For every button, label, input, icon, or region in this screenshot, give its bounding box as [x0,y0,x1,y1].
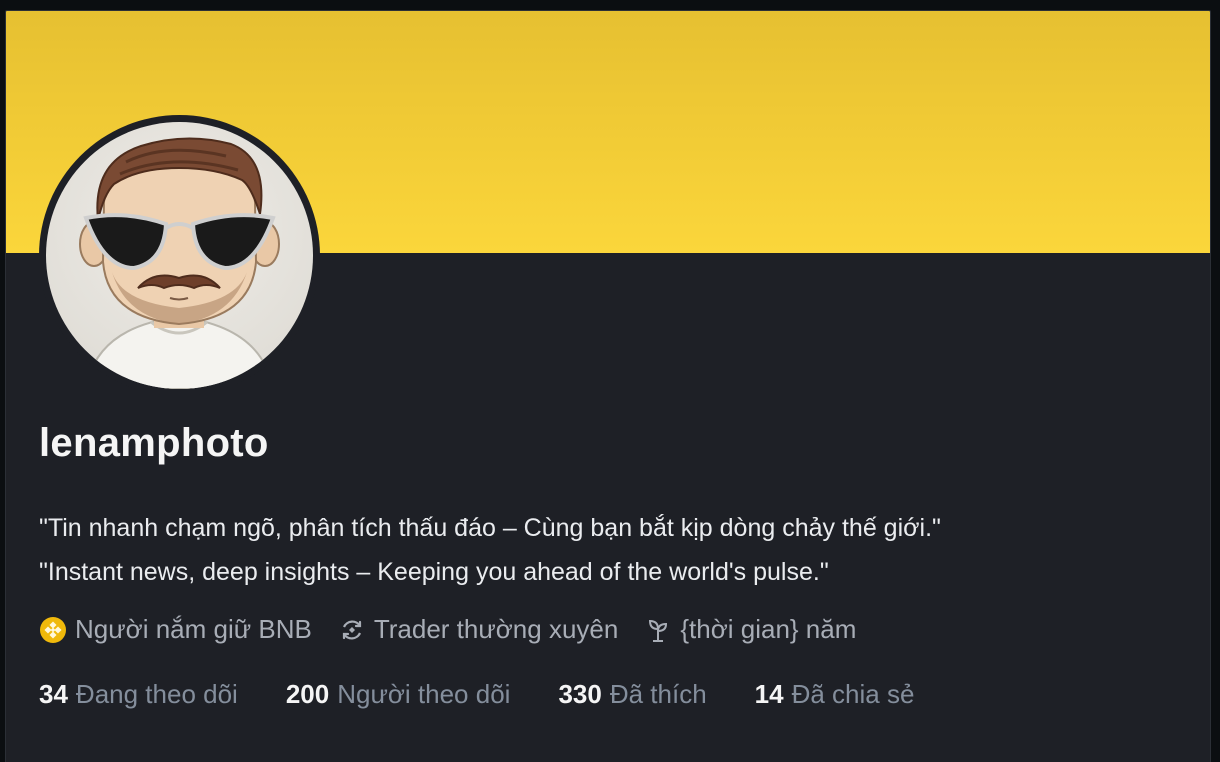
avatar-frame[interactable] [39,115,320,396]
profile-card: lenamphoto "Tin nhanh chạm ngõ, phân tíc… [5,10,1211,762]
profile-bio: "Tin nhanh chạm ngõ, phân tích thấu đáo … [39,506,941,594]
stat-value: 34 [39,679,68,709]
bnb-coin-icon [39,616,67,644]
avatar-illustration [79,137,280,389]
stat-shared[interactable]: 14 Đã chia sẻ [755,679,915,710]
profile-tags: Người nắm giữ BNB Trader thường xuyên {t… [39,614,882,645]
tag-frequent-trader[interactable]: Trader thường xuyên [338,614,619,645]
tag-label: Trader thường xuyên [373,614,619,644]
avatar [46,122,313,389]
trade-cycle-icon [338,616,366,644]
tag-label: {thời gian} năm [680,614,857,644]
stat-value: 14 [754,679,784,709]
profile-stats: 34 Đang theo dõi 200 Người theo dõi 330 … [39,679,962,710]
stat-followers[interactable]: 200 Người theo dõi [286,679,511,710]
stat-value: 330 [558,679,602,709]
stat-liked[interactable]: 330 Đã thích [558,679,706,710]
stat-label: Đã chia sẻ [791,679,915,709]
stat-value: 200 [285,679,330,709]
tag-membership-years[interactable]: {thời gian} năm [644,614,856,645]
stat-label: Đang theo dõi [75,679,238,709]
profile-username: lenamphoto [39,421,269,465]
stat-following[interactable]: 34 Đang theo dõi [39,679,238,710]
bio-line-en: "Instant news, deep insights – Keeping y… [39,558,829,586]
stat-label: Đã thích [609,679,707,709]
bio-line-vi: "Tin nhanh chạm ngõ, phân tích thấu đáo … [39,514,941,542]
tag-label: Người nắm giữ BNB [75,614,312,644]
stat-label: Người theo dõi [337,679,511,709]
tag-bnb-holder[interactable]: Người nắm giữ BNB [39,614,312,645]
sprout-icon [644,616,672,644]
